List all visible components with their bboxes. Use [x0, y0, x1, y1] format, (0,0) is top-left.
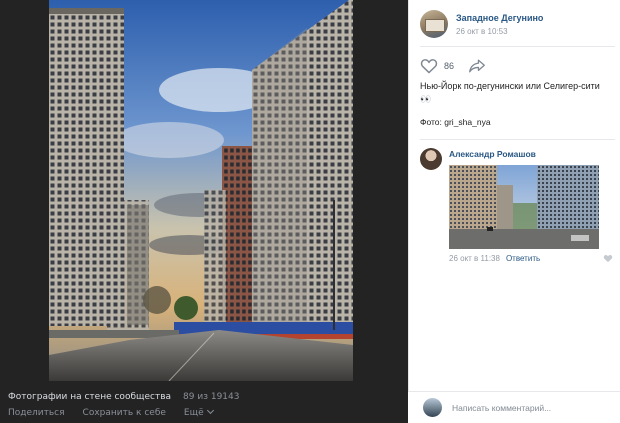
post-actions: 86: [420, 56, 486, 76]
post-caption: Нью-Йорк по-дегунински или Селигер-сити …: [420, 80, 615, 106]
photo-counter: 89 из 19143: [183, 392, 240, 402]
post-time[interactable]: 26 окт в 10:53: [456, 27, 508, 36]
commenter-name[interactable]: Александр Ромашов: [449, 149, 536, 159]
more-button[interactable]: Ещё: [183, 406, 214, 418]
post-author: Западное Дегунино 26 окт в 10:53: [420, 10, 615, 40]
save-button[interactable]: Сохранить к себе: [83, 408, 166, 418]
footer-info: Фотографии на стене сообщества 89 из 191…: [8, 392, 408, 402]
divider: [420, 46, 615, 47]
comment-composer: [408, 391, 620, 423]
share-button[interactable]: Поделиться: [8, 408, 65, 418]
album-title[interactable]: Фотографии на стене сообщества: [8, 392, 171, 402]
photo-viewer: Фотографии на стене сообщества 89 из 191…: [0, 0, 620, 423]
more-label: Ещё: [183, 408, 204, 418]
footer-actions: Поделиться Сохранить к себе Ещё: [8, 406, 408, 418]
caption-emoji: 👀: [420, 94, 432, 104]
heart-icon[interactable]: [603, 254, 613, 263]
chevron-down-icon: [206, 406, 214, 415]
avatar[interactable]: [420, 148, 442, 170]
side-panel: Западное Дегунино 26 окт в 10:53 86 Нью-…: [408, 0, 620, 423]
comment-time[interactable]: 26 окт в 11:38: [449, 254, 500, 263]
caption-text: Нью-Йорк по-дегунински или Селигер-сити: [420, 81, 600, 91]
share-arrow-icon[interactable]: [468, 58, 486, 74]
comment-meta: 26 окт в 11:38 Ответить: [449, 254, 540, 263]
photo-credit: Фото: gri_sha_nya: [420, 117, 491, 127]
avatar: [423, 398, 442, 417]
photo-footer: Фотографии на стене сообщества 89 из 191…: [8, 392, 408, 418]
likes-count[interactable]: 86: [444, 61, 454, 71]
comment-photo[interactable]: [449, 165, 599, 249]
heart-icon[interactable]: [420, 58, 438, 74]
divider: [420, 139, 615, 140]
reply-button[interactable]: Ответить: [506, 254, 540, 263]
photo-pane: Фотографии на стене сообщества 89 из 191…: [0, 0, 408, 423]
community-avatar[interactable]: [420, 10, 448, 38]
comment-input[interactable]: [452, 399, 612, 417]
community-name[interactable]: Западное Дегунино: [456, 13, 543, 23]
main-photo[interactable]: [49, 0, 353, 381]
